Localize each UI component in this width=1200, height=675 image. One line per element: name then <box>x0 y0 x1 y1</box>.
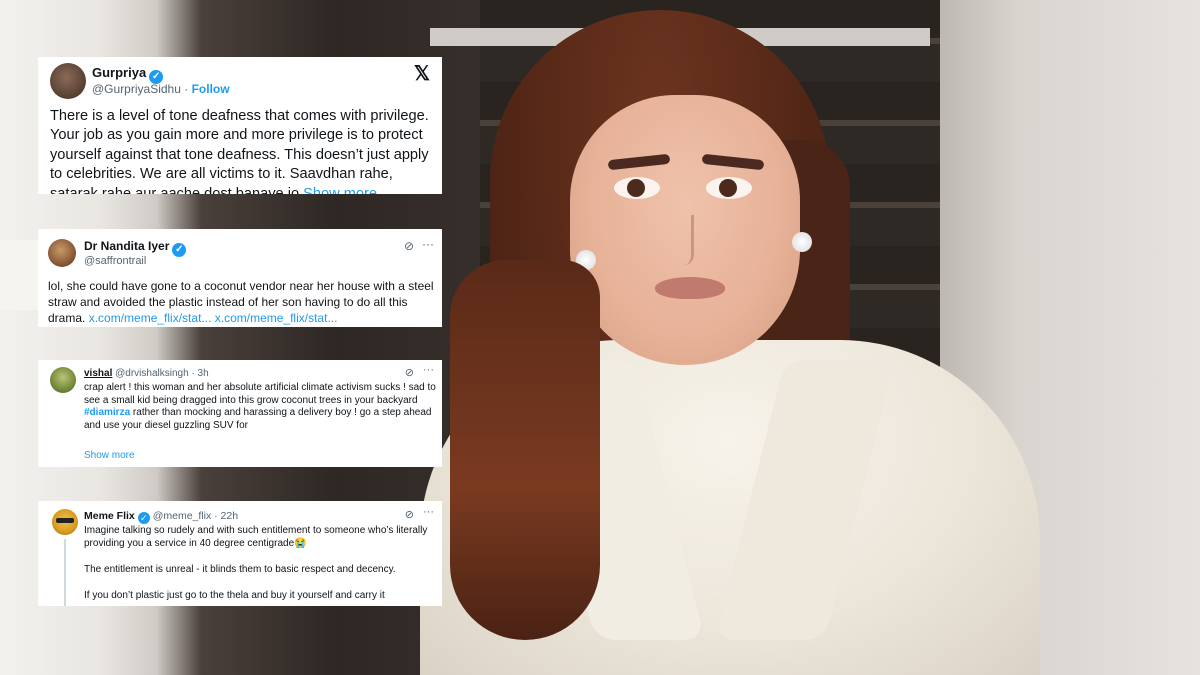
tweet-time[interactable]: · 3h <box>191 368 208 379</box>
grok-icon[interactable]: ⊘ <box>405 508 414 521</box>
show-more-link[interactable]: Show more <box>303 186 377 194</box>
author-handle[interactable]: @drvishalksingh <box>115 368 189 379</box>
tweet-text: lol, she could have gone to a coconut ve… <box>48 278 438 326</box>
author-handle[interactable]: @GurpriyaSidhu <box>92 82 181 96</box>
show-more-link[interactable]: Show more <box>84 450 135 461</box>
author-row: Meme Flix ✓ @meme_flix · 22h <box>84 510 238 524</box>
follow-button[interactable]: Follow <box>192 82 230 96</box>
hashtag-link[interactable]: #diamirza <box>84 407 130 418</box>
avatar[interactable] <box>48 239 76 267</box>
tweet-card-nandita[interactable]: Dr Nandita Iyer ✓ @saffrontrail ⊘ ··· lol… <box>38 229 442 327</box>
tweet-link-2[interactable]: x.com/meme_flix/stat... <box>215 311 338 325</box>
wall-shelf <box>0 240 40 310</box>
more-options-icon[interactable]: ··· <box>423 506 434 518</box>
grok-icon[interactable]: ⊘ <box>404 239 414 253</box>
woman-portrait <box>360 0 1080 675</box>
more-options-icon[interactable]: ··· <box>423 364 434 376</box>
earring-right <box>792 232 812 252</box>
nose <box>680 215 694 265</box>
grok-icon[interactable]: ⊘ <box>405 366 414 379</box>
tweet-body-part1: crap alert ! this woman and her absolute… <box>84 382 436 406</box>
avatar[interactable] <box>50 63 86 99</box>
eyebrow-left <box>607 153 671 171</box>
author-name[interactable]: Meme Flix <box>84 510 135 522</box>
tweet-text: crap alert ! this woman and her absolute… <box>84 382 436 432</box>
x-logo-icon[interactable]: 𝕏 <box>414 61 430 86</box>
author-name[interactable]: vishal <box>84 368 112 379</box>
tweet-paragraph-1: Imagine talking so rudely and with such … <box>84 525 428 549</box>
eyebrow-right <box>701 153 765 171</box>
tweet-body: There is a level of tone deafness that c… <box>50 108 429 194</box>
author-handle[interactable]: @saffrontrail <box>84 255 146 267</box>
separator-dot: · <box>184 82 189 96</box>
tweet-card-vishal[interactable]: vishal @drvishalksingh · 3h ⊘ ··· crap a… <box>38 360 442 467</box>
hair-front <box>450 260 600 640</box>
tweet-text: Imagine talking so rudely and with such … <box>84 524 436 606</box>
author-name[interactable]: Dr Nandita Iyer <box>84 239 169 253</box>
thread-line <box>64 539 66 606</box>
tweet-paragraph-3: If you don’t plastic just go to the thel… <box>84 590 385 601</box>
verified-badge-icon: ✓ <box>172 243 187 257</box>
author-handle[interactable]: @meme_flix <box>153 510 212 522</box>
face <box>570 95 800 365</box>
tweet-text: There is a level of tone deafness that c… <box>50 107 435 194</box>
eye-right <box>706 177 752 199</box>
avatar[interactable] <box>50 367 76 393</box>
tweet-body-part2: rather than mocking and harassing a deli… <box>84 407 432 431</box>
author-row: vishal @drvishalksingh · 3h <box>84 368 209 379</box>
more-options-icon[interactable]: ··· <box>422 237 434 251</box>
tweet-card-memeflix[interactable]: Meme Flix ✓ @meme_flix · 22h ⊘ ··· Imagin… <box>38 501 442 606</box>
tweet-link-1[interactable]: x.com/meme_flix/stat... <box>89 311 212 325</box>
author-name[interactable]: Gurpriya <box>92 65 146 80</box>
tweet-paragraph-2: The entitlement is unreal - it blinds th… <box>84 564 396 575</box>
tweet-card-gurpriya[interactable]: Gurpriya ✓ @GurpriyaSidhu · Follow 𝕏 Ther… <box>38 57 442 194</box>
author-subline: @GurpriyaSidhu · Follow <box>92 82 230 96</box>
verified-badge-icon: ✓ <box>137 512 150 524</box>
eye-left <box>614 177 660 199</box>
lips <box>655 277 725 299</box>
tweet-time[interactable]: · 22h <box>214 510 238 522</box>
avatar[interactable] <box>52 509 78 535</box>
